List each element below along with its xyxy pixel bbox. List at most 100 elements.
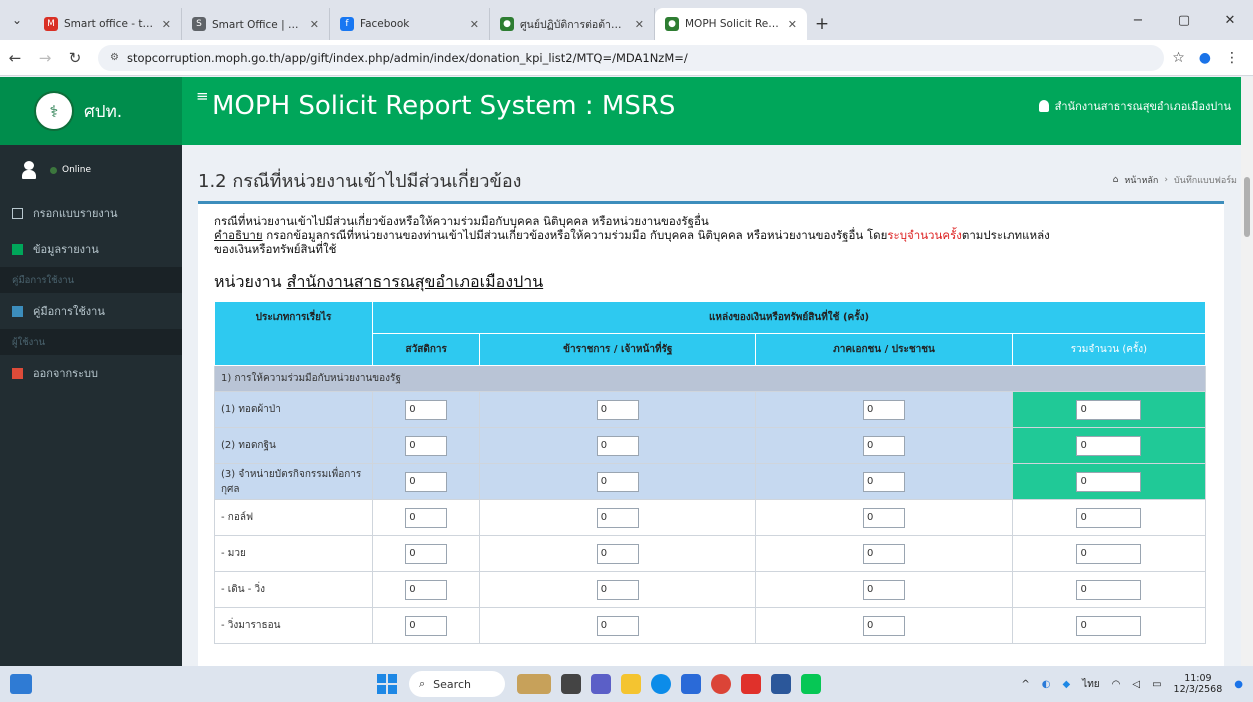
value-cell [755,391,1013,428]
teams-icon[interactable] [591,674,611,694]
browser-tab[interactable]: ● ศูนย์ปฏิบัติการต่อต้านการทุจริต กระ ✕ [490,8,655,40]
count-input[interactable] [596,615,639,636]
total-count-input[interactable] [1076,435,1142,456]
count-input[interactable] [863,399,905,420]
bookmark-star-icon[interactable]: ☆ [1172,50,1185,66]
count-input[interactable] [596,435,639,456]
total-count-input[interactable] [1076,543,1142,564]
sidebar-item-logout[interactable]: ออกจากระบบ [0,355,182,391]
sidebar-toggle-icon[interactable]: ≡ [196,87,209,105]
maximize-button[interactable]: ▢ [1161,13,1207,28]
total-count-input[interactable] [1076,399,1142,420]
edge-icon[interactable] [651,674,671,694]
count-input[interactable] [863,471,905,492]
forward-button[interactable]: → [30,49,60,67]
value-cell [371,463,481,500]
tab-close-icon[interactable]: ✕ [162,18,171,31]
volume-icon[interactable]: ◁ [1132,679,1140,690]
logo[interactable]: ⚕ ศปท. [0,77,182,145]
tab-close-icon[interactable]: ✕ [470,18,479,31]
clock[interactable]: 11:09 12/3/2568 [1174,673,1223,695]
word-icon[interactable] [771,674,791,694]
app-header: ⚕ ศปท. ≡ MOPH Solicit Report System : MS… [0,77,1253,145]
profile-icon[interactable]: ● [1199,50,1211,66]
value-cell [755,427,1013,464]
count-input[interactable] [596,399,639,420]
online-dot-icon [50,166,57,174]
count-input[interactable] [405,507,448,528]
count-input[interactable] [405,435,448,456]
count-input[interactable] [596,471,639,492]
taskbar-search[interactable]: ⌕ Search [409,671,505,697]
scrollbar-thumb[interactable] [1244,177,1250,237]
sidebar-item-manual[interactable]: คู่มือการใช้งาน [0,293,182,329]
total-count-input[interactable] [1076,471,1142,492]
tray-app-icon[interactable]: ◐ [1042,679,1051,690]
tab-close-icon[interactable]: ✕ [635,18,644,31]
minimize-button[interactable]: − [1115,13,1161,28]
count-input[interactable] [863,543,905,564]
store-icon[interactable] [681,674,701,694]
window-controls: − ▢ ✕ [1115,0,1253,40]
task-view-icon[interactable] [561,674,581,694]
total-count-input[interactable] [1076,579,1142,600]
value-cell [1011,499,1207,536]
tray-overflow-icon[interactable]: ^ [1021,679,1029,690]
close-window-button[interactable]: ✕ [1207,13,1253,28]
unit-title: หน่วยงาน สำนักงานสาธารณสุขอำเภอเมืองปาน [214,270,1208,295]
count-input[interactable] [596,579,639,600]
tab-search-button[interactable]: ⌄ [0,3,34,37]
browser-tab[interactable]: S Smart Office | สารบรรณหน่วยงาน ✕ [182,8,330,40]
wifi-icon[interactable]: ◠ [1112,679,1121,690]
url-field[interactable]: ⚙ stopcorruption.moph.go.th/app/gift/ind… [98,44,1165,71]
browser-tab[interactable]: f Facebook ✕ [330,8,490,40]
language-indicator[interactable]: ไทย [1082,677,1099,692]
unit-name: สำนักงานสาธารณสุขอำเภอเมืองปาน [286,272,544,291]
count-input[interactable] [863,507,905,528]
line-icon[interactable] [801,674,821,694]
new-tab-button[interactable]: + [807,8,837,40]
reload-button[interactable]: ↻ [60,49,90,67]
tab-favicon-icon: M [44,17,58,31]
count-input[interactable] [596,507,639,528]
sidebar-item-report-data[interactable]: ข้อมูลรายงาน [0,231,182,267]
tray-app-icon[interactable]: ◆ [1062,679,1070,690]
start-button[interactable] [377,674,397,694]
count-input[interactable] [405,471,448,492]
tab-close-icon[interactable]: ✕ [788,18,797,31]
site-info-icon[interactable]: ⚙ [110,52,119,63]
chrome-icon[interactable] [711,674,731,694]
count-input[interactable] [405,543,448,564]
count-input[interactable] [596,543,639,564]
page-scrollbar[interactable] [1241,77,1253,666]
more-menu-icon[interactable]: ⋮ [1225,50,1239,66]
notification-icon[interactable]: ● [1234,679,1243,690]
total-count-input[interactable] [1076,615,1142,636]
sidebar-item-fill-report[interactable]: กรอกแบบรายงาน [0,195,182,231]
total-count-input[interactable] [1076,507,1142,528]
clock-date: 12/3/2568 [1173,684,1223,695]
value-cell [371,391,481,428]
breadcrumb: ⌂ หน้าหลัก › บันทึกแบบฟอร์ม [1113,173,1237,187]
user-menu[interactable]: สำนักงานสาธารณสุขอำเภอเมืองปาน [1038,97,1231,115]
battery-icon[interactable]: ▭ [1152,679,1161,690]
browser-tab[interactable]: M Smart office - t.piraban1979@ ✕ [34,8,182,40]
acrobat-icon[interactable] [741,674,761,694]
count-input[interactable] [405,399,448,420]
taskbar-app-icon[interactable] [517,674,551,694]
breadcrumb-home[interactable]: หน้าหลัก [1124,173,1158,187]
count-input[interactable] [863,579,905,600]
clock-time: 11:09 [1184,673,1212,684]
count-input[interactable] [863,435,905,456]
file-explorer-icon[interactable] [621,674,641,694]
count-input[interactable] [405,579,448,600]
description-line-1: กรณีที่หน่วยงานเข้าไปมีส่วนเกี่ยวข้องหรื… [214,214,709,228]
browser-tab[interactable]: ● MOPH Solicit Report System : M ✕ [655,8,807,40]
widgets-icon[interactable] [10,674,32,694]
count-input[interactable] [405,615,448,636]
count-input[interactable] [863,615,905,636]
row-label: (3) จำหน่ายบัตรกิจกรรมเพื่อการกุศล [214,463,373,500]
tab-close-icon[interactable]: ✕ [310,18,319,31]
back-button[interactable]: ← [0,49,30,67]
home-icon: ⌂ [1112,175,1119,185]
